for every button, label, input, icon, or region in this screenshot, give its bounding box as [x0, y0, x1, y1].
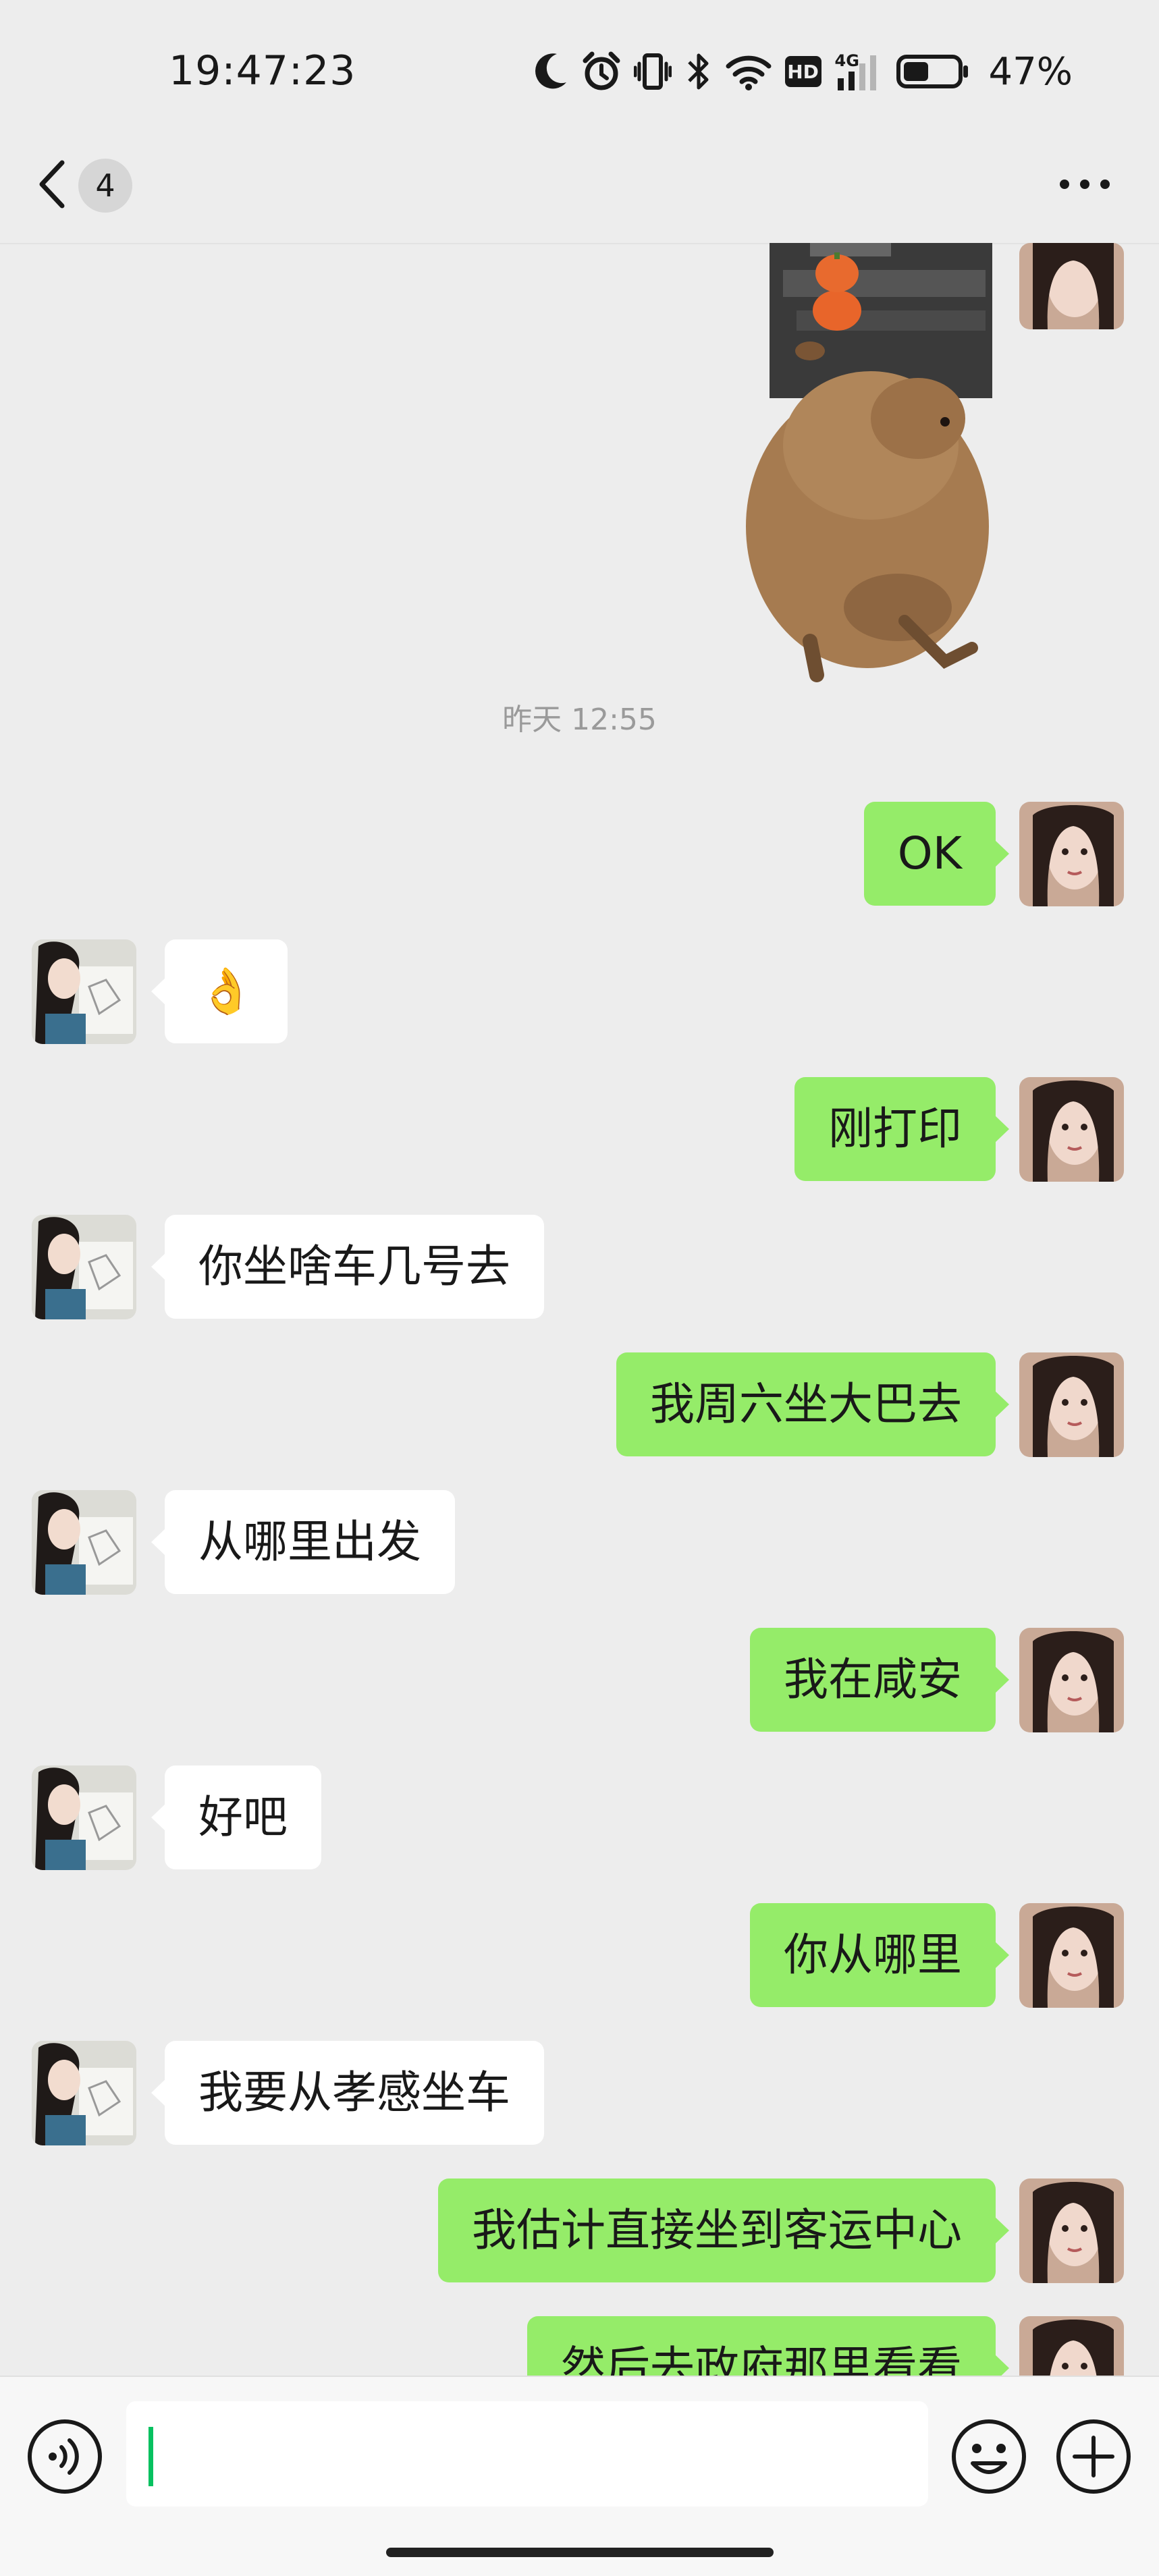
- message-bubble-received[interactable]: 好吧: [151, 1765, 321, 1869]
- my-avatar[interactable]: [1019, 802, 1124, 906]
- message-bubble-received[interactable]: 从哪里出发: [151, 1490, 455, 1594]
- status-icons: HD 4G 47%: [534, 45, 1073, 99]
- my-avatar[interactable]: [1019, 1628, 1124, 1732]
- message-bubble-sent[interactable]: 刚打印: [794, 1077, 1009, 1181]
- message-bubble-sent[interactable]: 我周六坐大巴去: [616, 1352, 1009, 1456]
- battery-percentage: 47%: [988, 49, 1073, 94]
- more-dots-icon: [1058, 177, 1112, 194]
- input-bar: [0, 2376, 1159, 2576]
- chevron-left-icon: [35, 157, 69, 214]
- contact-avatar[interactable]: [32, 1765, 136, 1870]
- message-input[interactable]: [126, 2401, 928, 2506]
- timestamp: 昨天 12:55: [502, 703, 657, 737]
- chat-header: 4: [0, 128, 1159, 244]
- bluetooth-icon: [685, 51, 712, 92]
- home-indicator[interactable]: [386, 2548, 774, 2557]
- vibrate-icon: [633, 51, 672, 92]
- message-bubble-sent[interactable]: 我估计直接坐到客运中心: [438, 2178, 1009, 2282]
- signal-4g-icon: 4G: [835, 51, 882, 92]
- my-avatar[interactable]: [1019, 243, 1124, 329]
- emoji-button[interactable]: [948, 2416, 1029, 2497]
- my-avatar[interactable]: [1019, 2316, 1124, 2376]
- status-bar: 19:47:23 HD 4G 47%: [0, 0, 1159, 128]
- emoji-icon: [948, 2419, 1029, 2500]
- my-avatar[interactable]: [1019, 1077, 1124, 1182]
- status-time: 19:47:23: [169, 47, 356, 94]
- alarm-icon: [583, 51, 620, 92]
- voice-button[interactable]: [24, 2416, 105, 2497]
- voice-icon: [24, 2419, 105, 2500]
- my-avatar[interactable]: [1019, 1903, 1124, 2008]
- contact-avatar[interactable]: [32, 1490, 136, 1595]
- message-bubble-received[interactable]: 👌: [151, 939, 288, 1043]
- chat-message-list[interactable]: 昨天 12:55 OK 👌 刚打印 你坐啥车几号去 我周六坐大巴去 从哪里出发 …: [0, 243, 1159, 2376]
- wifi-icon: [726, 53, 772, 90]
- text-caret: [149, 2427, 153, 2486]
- my-avatar[interactable]: [1019, 1352, 1124, 1457]
- my-avatar[interactable]: [1019, 2178, 1124, 2283]
- message-bubble-sent[interactable]: 然后去政府那里看看: [527, 2316, 1009, 2376]
- contact-avatar[interactable]: [32, 1215, 136, 1319]
- battery-icon: [896, 53, 970, 90]
- capybara-sticker[interactable]: [702, 243, 1067, 695]
- contact-avatar[interactable]: [32, 2041, 136, 2145]
- more-functions-button[interactable]: [1053, 2416, 1134, 2497]
- message-bubble-sent[interactable]: 你从哪里: [750, 1903, 1009, 2007]
- more-options-button[interactable]: [1044, 159, 1125, 213]
- unread-count-badge: 4: [78, 159, 132, 213]
- back-button[interactable]: 4: [35, 152, 143, 219]
- message-bubble-received[interactable]: 我要从孝感坐车: [151, 2041, 544, 2145]
- message-bubble-sent[interactable]: OK: [863, 802, 1010, 906]
- plus-circle-icon: [1053, 2419, 1134, 2500]
- hd-icon: HD: [784, 56, 821, 87]
- message-bubble-sent[interactable]: 我在咸安: [750, 1628, 1009, 1732]
- contact-avatar[interactable]: [32, 939, 136, 1044]
- message-bubble-received[interactable]: 你坐啥车几号去: [151, 1215, 544, 1319]
- moon-icon: [534, 51, 569, 92]
